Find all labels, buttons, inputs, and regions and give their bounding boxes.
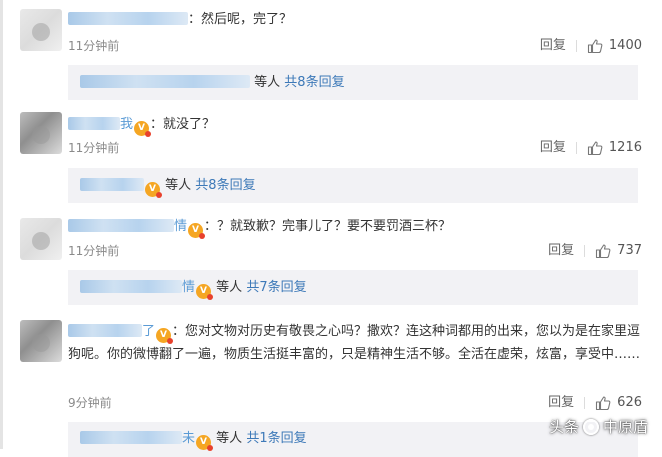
comment-actions: 回复 1216 (540, 139, 642, 157)
vip-badge-icon: V (188, 223, 206, 239)
like-count: 1400 (608, 38, 642, 53)
username-blurred[interactable] (68, 219, 174, 232)
timestamp: 9分钟前 (68, 396, 112, 410)
like-count: 737 (617, 243, 642, 258)
at-logo-icon (582, 418, 599, 435)
vip-badge-icon: V (196, 284, 214, 300)
username-blurred[interactable] (68, 12, 188, 25)
sub-suffix: 等人 (216, 280, 243, 295)
view-replies-link[interactable]: 共7条回复 (246, 280, 306, 295)
comment-actions: 回复 737 (548, 242, 642, 260)
sub-suffix: 等人 (254, 75, 281, 90)
comment-text: ：就没了？ (150, 117, 216, 132)
view-replies-link[interactable]: 共1条回复 (246, 431, 306, 446)
vip-badge-icon: V (196, 435, 214, 451)
sub-usernames-blurred[interactable] (80, 178, 144, 191)
thumbs-up-icon[interactable] (595, 395, 611, 411)
comment-actions: 回复 626 (548, 394, 642, 412)
username-blurred[interactable] (68, 117, 120, 130)
username-tail[interactable]: 我 (120, 117, 133, 132)
left-border (0, 0, 3, 449)
like-count: 626 (617, 395, 642, 410)
sub-usernames-blurred[interactable] (80, 280, 182, 293)
avatar[interactable] (20, 9, 62, 51)
avatar[interactable] (20, 218, 62, 260)
timestamp: 11分钟前 (68, 39, 120, 53)
username-blurred[interactable] (68, 324, 142, 337)
vip-badge-icon: V (156, 328, 174, 344)
sub-usernames-blurred[interactable] (80, 75, 250, 88)
view-replies-link[interactable]: 共8条回复 (195, 178, 255, 193)
divider (584, 245, 586, 257)
comment-meta: 9分钟前 回复 626 (68, 394, 642, 412)
view-replies-link[interactable]: 共8条回复 (284, 75, 344, 90)
sub-suffix: 等人 (165, 178, 192, 193)
avatar[interactable] (20, 112, 62, 154)
vip-badge-icon: V (145, 182, 162, 198)
sub-replies-box: 等人 共8条回复 (68, 65, 638, 100)
watermark-left: 头条 (548, 418, 579, 436)
divider (584, 397, 586, 409)
reply-button[interactable]: 回复 (540, 139, 566, 157)
watermark: 头条 中原盾 (549, 416, 648, 437)
reply-button[interactable]: 回复 (548, 394, 574, 412)
vip-badge-icon: V (134, 121, 152, 137)
comment-actions: 回复 1400 (540, 37, 642, 55)
comment-text: ：？就致歉？完事儿了？要不要罚酒三杯？ (204, 219, 452, 234)
comment-line: 我 V ：就没了？ (68, 115, 642, 137)
comment-line: 情 V ：？就致歉？完事儿了？要不要罚酒三杯？ (68, 217, 642, 239)
like-count: 1216 (608, 140, 642, 155)
avatar[interactable] (20, 320, 62, 362)
timestamp: 11分钟前 (68, 141, 120, 155)
comment-meta: 11分钟前 回复 737 (68, 242, 642, 260)
sub-suffix: 等人 (216, 431, 243, 446)
sub-replies-box: 情V 等人 共7条回复 (68, 270, 638, 305)
divider (575, 142, 577, 154)
sub-username-tail[interactable]: 情 (182, 280, 195, 295)
reply-button[interactable]: 回复 (540, 37, 566, 55)
thumbs-up-icon[interactable] (595, 243, 611, 259)
thumbs-up-icon[interactable] (587, 38, 603, 54)
sub-usernames-blurred[interactable] (80, 431, 182, 444)
comment-line: 了 V ：您对文物对历史有敬畏之心吗？撒欢？连这种词都用的出来，您以为是在家里逗狗呢… (68, 320, 642, 366)
comment-meta: 11分钟前 回复 1400 (68, 37, 642, 55)
timestamp: 11分钟前 (68, 244, 120, 258)
comment-line: ：然后呢，完了？ (68, 10, 642, 30)
sub-replies-box: V 等人 共8条回复 (68, 168, 638, 203)
comment-text: ：然后呢，完了？ (188, 12, 293, 27)
username-tail[interactable]: 情 (174, 219, 187, 234)
thumbs-up-icon[interactable] (587, 140, 603, 156)
watermark-right: 中原盾 (602, 418, 648, 436)
reply-button[interactable]: 回复 (548, 242, 574, 260)
sub-username-tail[interactable]: 未 (182, 431, 195, 446)
divider (575, 40, 577, 52)
username-tail[interactable]: 了 (142, 324, 155, 339)
comment-meta: 11分钟前 回复 1216 (68, 139, 642, 157)
